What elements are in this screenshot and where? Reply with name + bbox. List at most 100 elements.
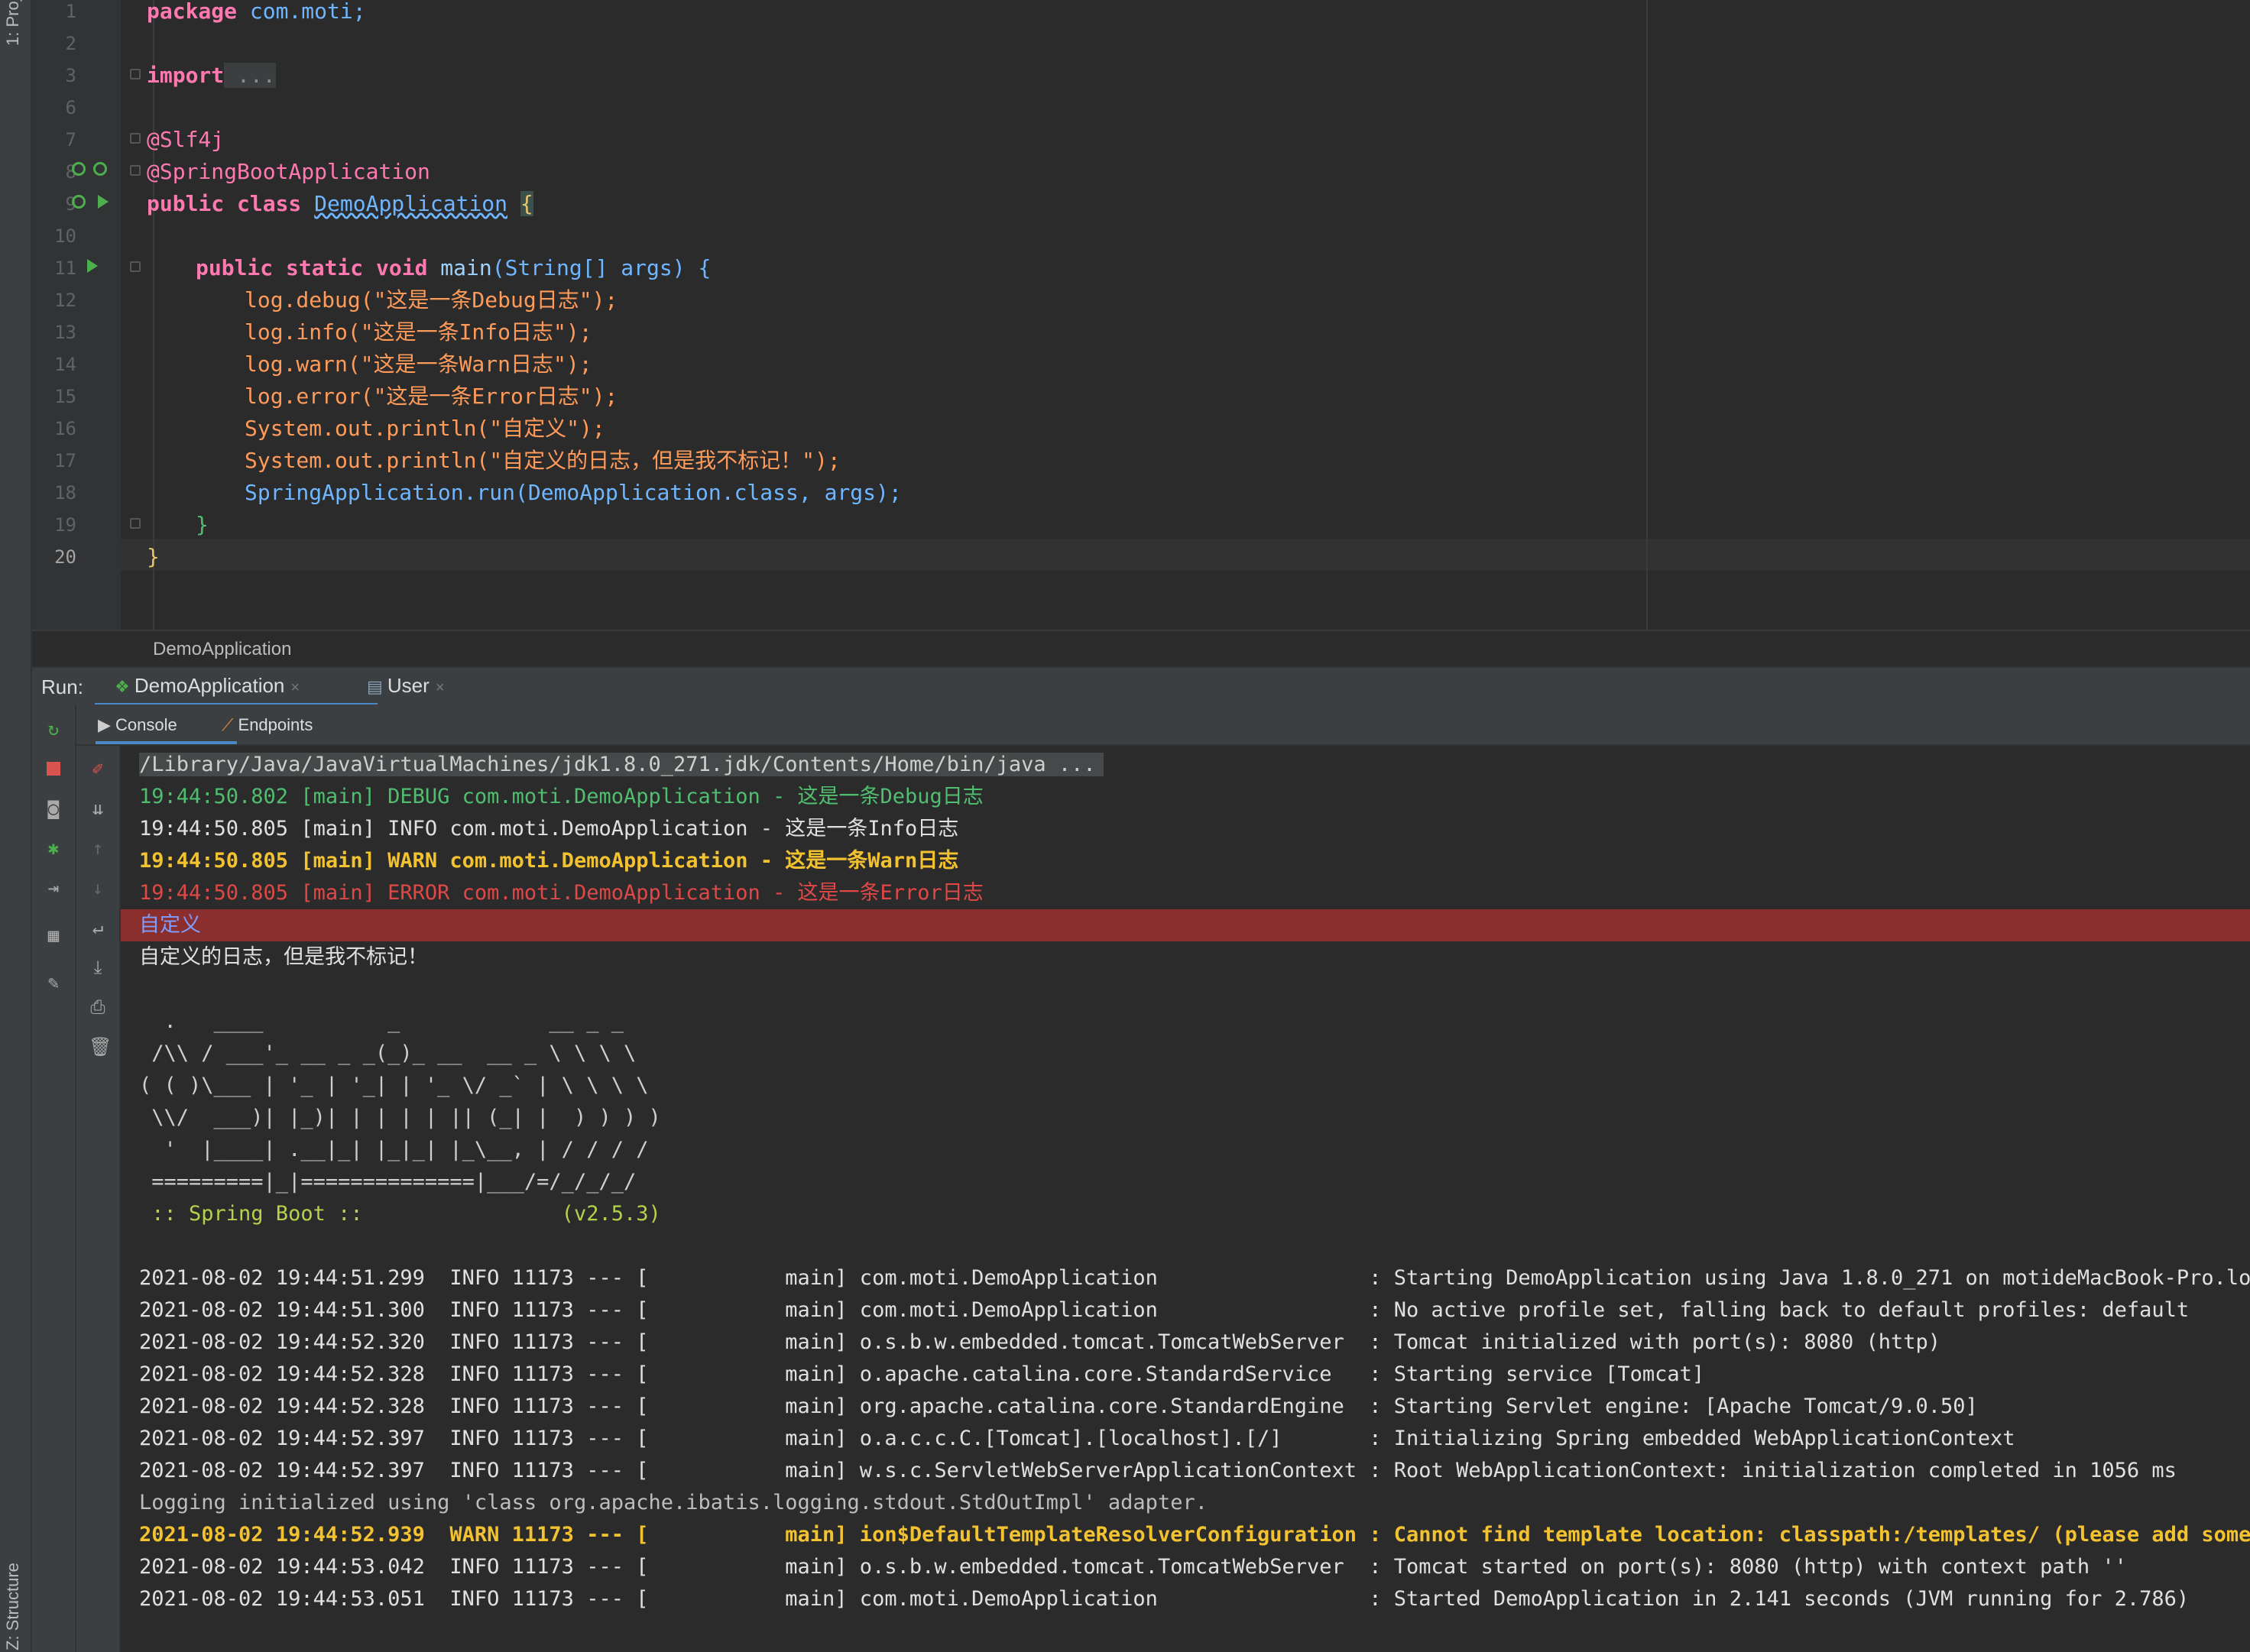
console-line: 自定义的日志，但是我不标记！ [139, 945, 428, 969]
down-arrow-icon[interactable]: ↓ [89, 879, 107, 897]
close-icon[interactable]: × [290, 679, 300, 696]
tab-label: Endpoints [238, 715, 313, 734]
right-margin-guide [1646, 0, 1648, 630]
keyword: package [147, 0, 238, 24]
scroll-to-end-icon[interactable]: ⤓ [89, 958, 107, 977]
code-text: com.moti; [237, 0, 366, 24]
banner-line: . ____ _ __ _ _ [139, 1009, 624, 1033]
bean-icon[interactable] [93, 162, 107, 176]
log-line: 2021-08-02 19:44:53.051 INFO 11173 --- [… [139, 1587, 2190, 1611]
console-line: /Library/Java/JavaVirtualMachines/jdk1.8… [139, 749, 1104, 781]
banner-line: :: Spring Boot :: (v2.5.3) [139, 1202, 661, 1226]
bean-icon[interactable] [72, 195, 86, 209]
current-line-highlight [32, 539, 2250, 571]
line-number: 19 [54, 514, 76, 536]
project-tool-tab[interactable]: 1: Project [3, 0, 23, 46]
log-line: Logging initialized using 'class org.apa… [139, 1491, 1208, 1514]
tab-endpoints[interactable]: ⟋ Endpoints [222, 715, 313, 735]
tab-label: Console [115, 715, 177, 734]
up-arrow-icon[interactable]: ↑ [89, 839, 107, 857]
line-number: 16 [54, 418, 76, 439]
keyword: import [147, 63, 225, 88]
run-icon[interactable] [98, 195, 109, 209]
method-name: main [440, 255, 492, 280]
keyword: public class [147, 191, 302, 216]
code-line: } [147, 544, 160, 569]
code-editor[interactable]: 1 2 3 6 7 8 9 10 11 12 13 14 15 16 17 18… [32, 0, 2250, 630]
class-name: DemoApplication [314, 191, 508, 216]
pin-icon[interactable]: ✎ [44, 973, 63, 992]
code-line: import ... [147, 60, 276, 92]
soft-wrap-icon[interactable]: ↵ [89, 918, 107, 937]
banner-line: ' |____| .__|_| |_|_| |_\__, | / / / / [139, 1138, 649, 1161]
console-line: 19:44:50.805 [main] ERROR com.moti.DemoA… [139, 881, 984, 905]
run-tab-label: User [387, 674, 430, 697]
run-tab-label: DemoApplication [134, 674, 285, 697]
line-number: 15 [54, 386, 76, 407]
fold-icon[interactable] [130, 261, 141, 272]
fold-icon[interactable] [130, 69, 141, 79]
code-line: @SpringBootApplication [147, 159, 430, 184]
brace: { [520, 191, 533, 216]
code-line: package com.moti; [147, 0, 366, 28]
banner-line: =========|_|==============|___/=/_/_/_/ [139, 1170, 637, 1194]
code-line: log.info("这是一条Info日志"); [245, 319, 592, 345]
run-icon[interactable] [87, 259, 98, 273]
print-icon[interactable]: ⎙ [89, 998, 107, 1016]
fold-icon[interactable] [130, 133, 141, 144]
breadcrumb-item[interactable]: DemoApplication [153, 639, 291, 660]
stop-icon[interactable] [44, 760, 63, 778]
trash-icon[interactable]: 🗑 [89, 1038, 112, 1056]
code-line: System.out.println("自定义"); [245, 416, 605, 441]
debug-icon[interactable]: ✱ [44, 839, 63, 857]
line-number: 17 [54, 450, 76, 471]
tab-console[interactable]: ▶ Console [98, 715, 177, 735]
spring-boot-icon: ❖ [115, 677, 135, 696]
line-number: 7 [65, 129, 76, 151]
log-line: 2021-08-02 19:44:52.939 WARN 11173 --- [… [139, 1523, 2250, 1547]
code-line: } [196, 512, 209, 537]
bean-icon[interactable] [72, 162, 86, 176]
line-number: 2 [65, 33, 76, 54]
log-line: 2021-08-02 19:44:51.300 INFO 11173 --- [… [139, 1298, 2190, 1322]
fold-icon[interactable] [130, 165, 141, 176]
code-line: @Slf4j [147, 127, 225, 152]
log-line: 2021-08-02 19:44:51.299 INFO 11173 --- [… [139, 1266, 2250, 1290]
code-line: public class DemoApplication { [147, 188, 533, 220]
console-icon: ▶ [98, 715, 116, 734]
camera-icon[interactable]: ◙ [44, 799, 63, 818]
line-number: 12 [54, 290, 76, 311]
banner-line: /\\ / ___'_ __ _ _(_)_ __ __ _ \ \ \ \ [139, 1041, 637, 1065]
log-line: 2021-08-02 19:44:52.397 INFO 11173 --- [… [139, 1459, 2177, 1482]
line-number: 11 [54, 258, 76, 279]
structure-tool-tab[interactable]: Z: Structure [3, 1563, 23, 1650]
line-number: 1 [65, 1, 76, 22]
code-line: log.warn("这是一条Warn日志"); [245, 351, 592, 377]
gutter-separator [153, 0, 154, 630]
tool-window-strip: 1: Project Z: Structure [0, 0, 32, 1652]
exit-icon[interactable]: ⇥ [44, 879, 63, 897]
code-line: log.error("这是一条Error日志"); [245, 384, 618, 409]
line-number: 20 [54, 546, 76, 568]
layout-icon[interactable]: ▦ [44, 926, 63, 944]
console-output[interactable]: /Library/Java/JavaVirtualMachines/jdk1.8… [121, 746, 2250, 1652]
run-toolbar: ↻ ◙ ✱ ⇥ ▦ ✎ [32, 705, 76, 1652]
banner-line: ( ( )\___ | '_ | '_| | '_ \/ _` | \ \ \ … [139, 1074, 649, 1097]
line-number: 3 [65, 65, 76, 86]
sort-down-icon[interactable]: ⇊ [89, 799, 107, 818]
command-line: /Library/Java/JavaVirtualMachines/jdk1.8… [139, 753, 1104, 776]
clear-icon[interactable]: ✐ [89, 760, 107, 778]
folded-imports[interactable]: ... [224, 63, 276, 88]
code-line: public static void main(String[] args) { [196, 252, 711, 284]
line-number: 8 [65, 161, 76, 183]
code-line: log.debug("这是一条Debug日志"); [245, 287, 618, 313]
fold-icon[interactable] [130, 518, 141, 529]
line-number: 6 [65, 97, 76, 118]
code-line: System.out.println("自定义的日志，但是我不标记！"); [245, 448, 841, 473]
run-tab-user[interactable]: ▤ User × [367, 674, 445, 698]
run-tool-window-header: Run: ❖ DemoApplication × ▤ User × [32, 666, 2250, 706]
run-tab-demoapplication[interactable]: ❖ DemoApplication × [115, 674, 300, 698]
log-line: 2021-08-02 19:44:52.328 INFO 11173 --- [… [139, 1362, 1705, 1386]
rerun-icon[interactable]: ↻ [44, 720, 63, 738]
close-icon[interactable]: × [436, 679, 445, 696]
